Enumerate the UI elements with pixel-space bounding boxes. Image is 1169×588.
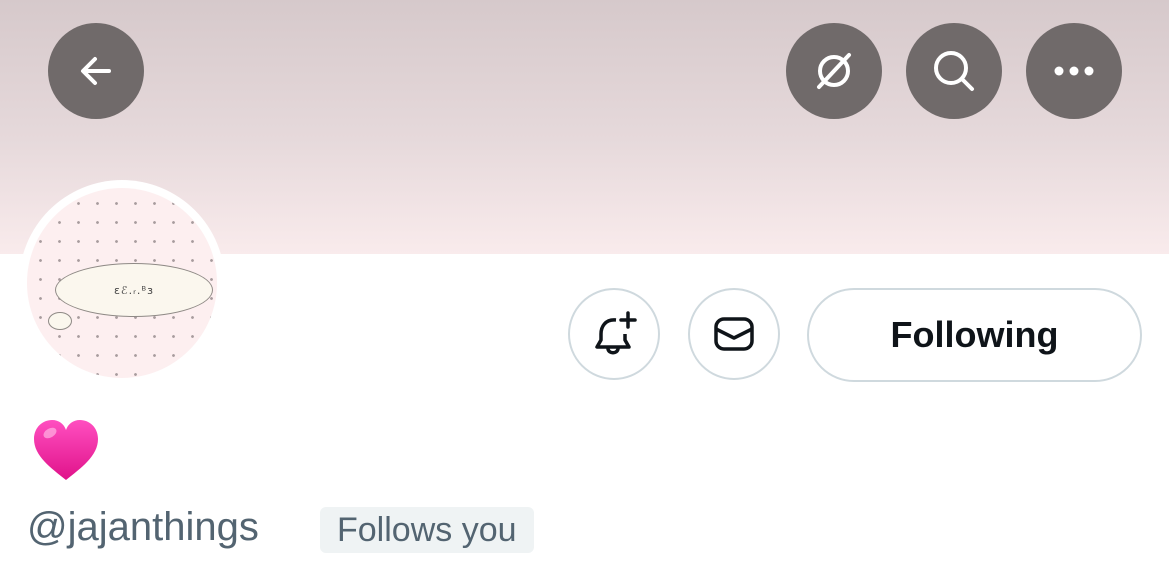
back-button[interactable] [48,23,144,119]
arrow-left-icon [81,57,111,85]
following-label: Following [890,314,1059,355]
more-horizontal-icon [1054,66,1094,76]
notifications-button[interactable] [568,288,660,380]
envelope-icon [714,317,754,351]
avatar-bubble-text: ɛℰ.ᵣ.ᴮɜ [113,283,155,297]
follows-you-badge: Follows you [320,507,534,553]
grok-button[interactable] [786,23,882,119]
search-icon [934,51,974,91]
avatar-thought-bubble: ɛℰ.ᵣ.ᴮɜ [55,263,213,317]
search-button[interactable] [906,23,1002,119]
message-button[interactable] [688,288,780,380]
avatar-small-bubble [48,312,72,330]
heart-emoji [34,420,98,480]
profile-handle: @jajanthings [27,505,259,549]
bell-plus-icon [595,311,637,355]
grok-slash-icon [817,53,851,89]
following-button[interactable]: Following [807,288,1142,382]
avatar[interactable]: ɛℰ.ᵣ.ᴮɜ [27,188,217,378]
more-button[interactable] [1026,23,1122,119]
